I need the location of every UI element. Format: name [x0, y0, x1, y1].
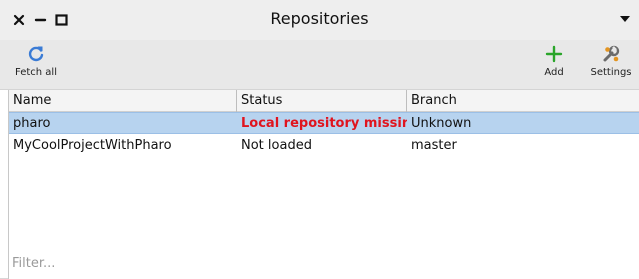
filter-input[interactable] — [8, 251, 628, 275]
column-header-status[interactable]: Status — [237, 90, 407, 112]
toolbar: Fetch all Add Settings — [0, 40, 639, 90]
settings-button[interactable]: Settings — [588, 44, 634, 86]
repo-branch-cell: master — [411, 138, 457, 153]
repo-branch-cell: Unknown — [411, 116, 472, 131]
plus-icon — [545, 45, 563, 63]
window-title: Repositories — [270, 9, 369, 28]
title-bar[interactable]: Repositories — [0, 0, 639, 40]
fetch-all-button[interactable]: Fetch all — [10, 44, 62, 86]
fetch-all-label: Fetch all — [15, 67, 57, 78]
repositories-window: Repositories Fetch all Add Settings Name… — [0, 0, 639, 279]
add-label: Add — [544, 67, 564, 78]
wrench-icon — [603, 45, 620, 62]
chevron-down-icon[interactable] — [619, 14, 631, 24]
repo-name-cell: pharo — [13, 116, 51, 131]
column-header-name[interactable]: Name — [9, 90, 237, 112]
column-header-branch[interactable]: Branch — [407, 90, 639, 112]
table-header: Name Status Branch — [9, 90, 639, 112]
repo-status-cell: Local repository missing — [241, 116, 407, 131]
refresh-icon — [28, 46, 44, 62]
table-row[interactable]: MyCoolProjectWithPharo Not loaded master — [9, 135, 639, 157]
repo-name-cell: MyCoolProjectWithPharo — [13, 138, 172, 153]
repo-status-cell: Not loaded — [241, 138, 312, 153]
settings-label: Settings — [590, 67, 632, 78]
table-row[interactable]: pharo Local repository missing Unknown — [9, 112, 639, 134]
add-button[interactable]: Add — [538, 44, 570, 86]
